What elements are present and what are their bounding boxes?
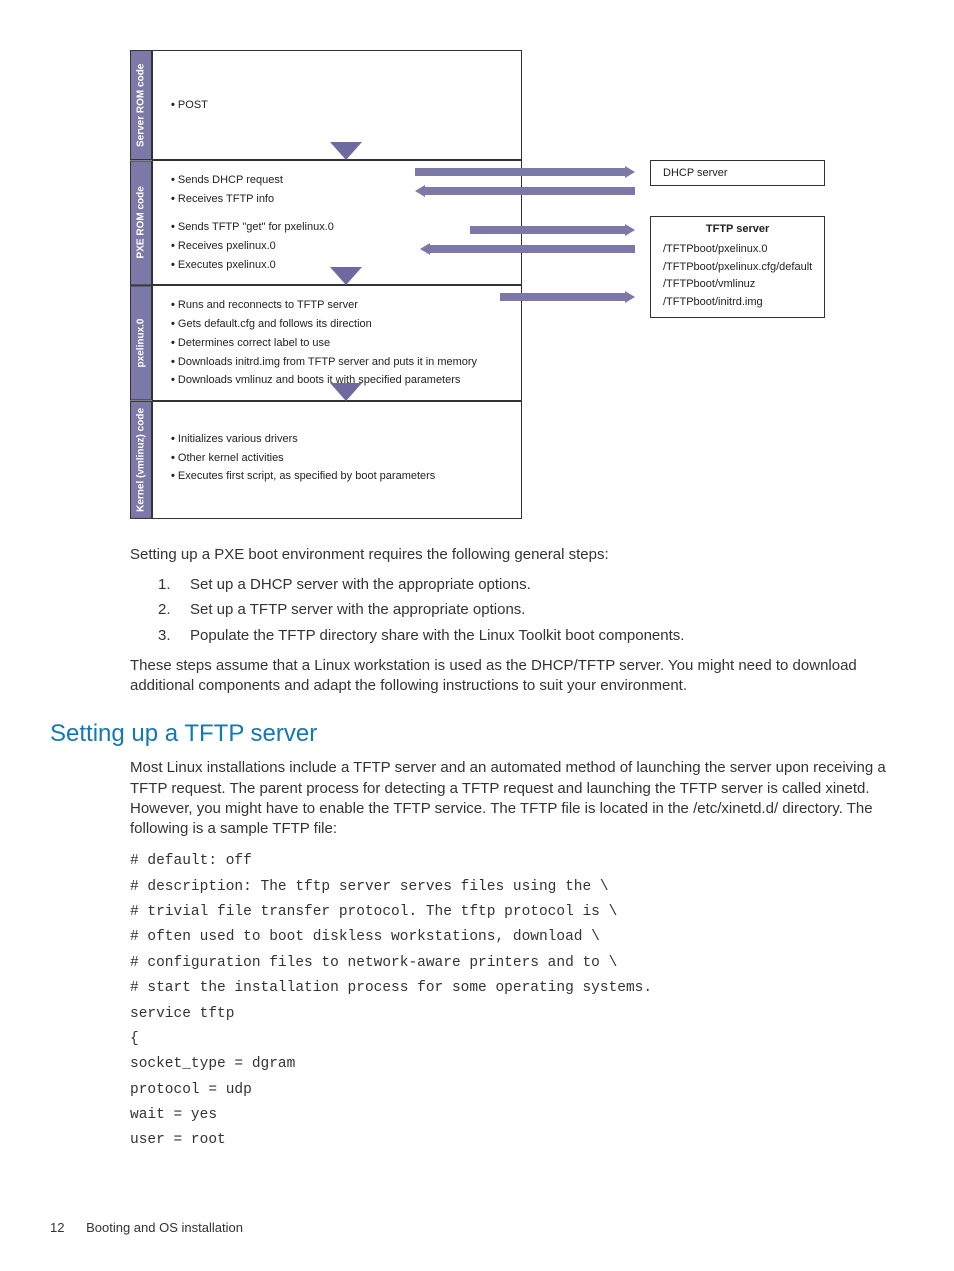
- stage1-label: Server ROM code: [130, 50, 152, 160]
- code-block: # default: off # description: The tftp s…: [130, 849, 904, 1154]
- stage3-item: Determines correct label to use: [171, 334, 507, 353]
- stage3-item: Runs and reconnects to TFTP server: [171, 296, 507, 315]
- tftp-title: TFTP server: [706, 223, 769, 235]
- steps-list: 1.Set up a DHCP server with the appropri…: [158, 575, 894, 646]
- stage2-label: PXE ROM code: [130, 160, 152, 285]
- stage4-item: Initializes various drivers: [171, 430, 507, 449]
- stage3-item: Gets default.cfg and follows its directi…: [171, 315, 507, 334]
- page-number: 12: [50, 1220, 64, 1235]
- stage3-label: pxelinux.0: [130, 285, 152, 400]
- intro-text: Setting up a PXE boot environment requir…: [130, 545, 894, 565]
- stage3-item: Downloads initrd.img from TFTP server an…: [171, 353, 507, 372]
- pxe-boot-diagram: Server ROM code POST PXE ROM code Sends …: [130, 50, 830, 519]
- section-body: Most Linux installations include a TFTP …: [130, 758, 894, 839]
- step-text: Set up a DHCP server with the appropriat…: [190, 575, 531, 595]
- page-footer: 12 Booting and OS installation: [50, 1220, 243, 1235]
- arrow-down-icon: [330, 267, 362, 285]
- step-number: 1.: [158, 575, 190, 595]
- chapter-title: Booting and OS installation: [86, 1220, 243, 1235]
- step-number: 2.: [158, 600, 190, 620]
- dhcp-server-box: DHCP server: [650, 160, 825, 186]
- stage1-item: POST: [171, 96, 208, 115]
- section-heading: Setting up a TFTP server: [50, 720, 904, 748]
- stage4-label: Kernel (vmlinuz) code: [130, 401, 152, 519]
- stage2-item: Sends TFTP "get" for pxelinux.0: [171, 218, 507, 237]
- tftp-line: /TFTPboot/pxelinux.0: [663, 241, 812, 259]
- stage4-box: Initializes various drivers Other kernel…: [152, 401, 522, 519]
- tftp-line: /TFTPboot/pxelinux.cfg/default: [663, 259, 812, 277]
- stage4-item: Other kernel activities: [171, 449, 507, 468]
- step-text: Set up a TFTP server with the appropriat…: [190, 600, 525, 620]
- step-number: 3.: [158, 626, 190, 646]
- arrow-down-icon: [330, 142, 362, 160]
- dhcp-title: DHCP server: [663, 167, 728, 179]
- step-text: Populate the TFTP directory share with t…: [190, 626, 684, 646]
- note-text: These steps assume that a Linux workstat…: [130, 656, 894, 697]
- stage4-item: Executes first script, as specified by b…: [171, 467, 507, 486]
- arrow-down-icon: [330, 383, 362, 401]
